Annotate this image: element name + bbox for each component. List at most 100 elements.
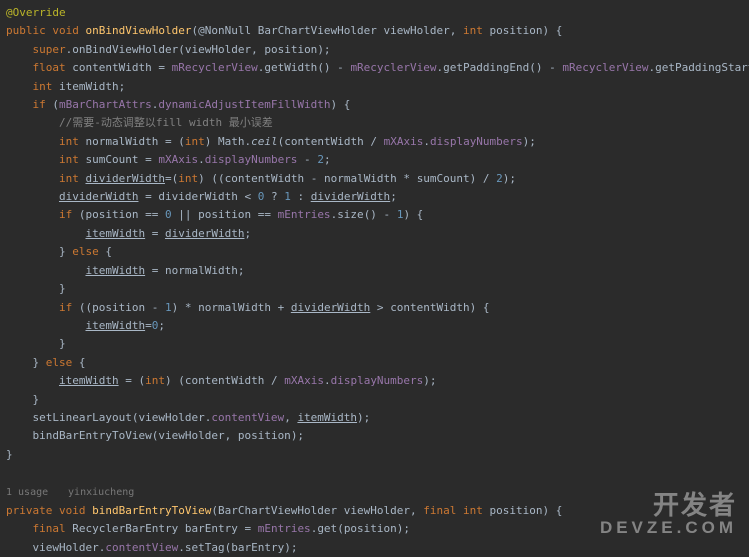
use-contentwidth2: contentWidth [225, 172, 304, 185]
assign-itemwidth1: itemWidth [85, 227, 145, 240]
param-position2: position [490, 504, 543, 517]
use-normalwidth1: normalWidth [324, 172, 397, 185]
use-position2: position [198, 208, 251, 221]
kw-int4: int [59, 153, 79, 166]
kw-int6: int [463, 504, 483, 517]
annotation-override: @Override [6, 6, 66, 19]
arg-itemwidth: itemWidth [297, 411, 357, 424]
var-barentry: barEntry [185, 522, 238, 535]
call-onbind: onBindViewHolder [72, 43, 178, 56]
param-position: position [490, 24, 543, 37]
method-onbind: onBindViewHolder [86, 24, 192, 37]
use-viewholder4: viewHolder [33, 541, 99, 554]
kw-else2: else [46, 356, 73, 369]
param-viewholder2: viewHolder [344, 504, 410, 517]
use-position1: position [85, 208, 138, 221]
cls-holder: BarChartViewHolder [258, 24, 377, 37]
use-contentwidth1: contentWidth [284, 135, 363, 148]
cls-recyclerbarentry: RecyclerBarEntry [72, 522, 178, 535]
use-dividerwidth4: dividerWidth [291, 301, 370, 314]
param-viewholder: viewHolder [384, 24, 450, 37]
var-contentwidth: contentWidth [72, 61, 151, 74]
use-contentwidth4: contentWidth [185, 374, 264, 387]
cls-math: Math [218, 135, 245, 148]
kw-if2: if [59, 208, 72, 221]
code-block: @Override public void onBindViewHolder(@… [0, 0, 749, 557]
assign-dividerwidth: dividerWidth [59, 190, 138, 203]
kw-if3: if [59, 301, 72, 314]
var-normalwidth: normalWidth [85, 135, 158, 148]
arg-barentry: barEntry [231, 541, 284, 554]
kw-void: void [52, 24, 79, 37]
field-recycler3: mRecyclerView [562, 61, 648, 74]
use-normalwidth3: normalWidth [198, 301, 271, 314]
field-dynamic: dynamicAdjustItemFillWidth [158, 98, 330, 111]
use-contentwidth3: contentWidth [390, 301, 469, 314]
call-get: get [317, 522, 337, 535]
num-1b: 1 [397, 208, 404, 221]
kw-float: float [33, 61, 66, 74]
call-ceil: ceil [251, 135, 278, 148]
field-entries2: mEntries [258, 522, 311, 535]
var-itemwidth: itemWidth [59, 80, 119, 93]
call-getpaddingend: getPaddingEnd [443, 61, 529, 74]
cast-int3: int [145, 374, 165, 387]
cast-int1: int [185, 135, 205, 148]
kw-int3: int [59, 135, 79, 148]
kw-private: private [6, 504, 52, 517]
arg-viewholder: viewHolder [185, 43, 251, 56]
call-getwidth: getWidth [264, 61, 317, 74]
field-recycler1: mRecyclerView [172, 61, 258, 74]
kw-else1: else [72, 245, 99, 258]
arg-viewholder2: viewHolder [138, 411, 204, 424]
field-xaxis1: mXAxis [384, 135, 424, 148]
use-normalwidth2: normalWidth [165, 264, 238, 277]
arg-position: position [264, 43, 317, 56]
kw-super: super [33, 43, 66, 56]
num-2b: 2 [496, 172, 503, 185]
arg-viewholder3: viewHolder [158, 429, 224, 442]
field-entries1: mEntries [278, 208, 331, 221]
field-displaynum3: displayNumbers [331, 374, 424, 387]
num-0a: 0 [258, 190, 265, 203]
kw-int5: int [59, 172, 79, 185]
call-setlinearlayout: setLinearLayout [33, 411, 132, 424]
use-position3: position [92, 301, 145, 314]
num-2a: 2 [317, 153, 324, 166]
use-dividerwidth1: dividerWidth [158, 190, 237, 203]
ann-nonnull: @NonNull [198, 24, 251, 37]
num-0c: 0 [152, 319, 159, 332]
field-recycler2: mRecyclerView [350, 61, 436, 74]
author-hint: yinxiucheng [68, 487, 134, 498]
kw-int: int [463, 24, 483, 37]
cast-int2: int [178, 172, 198, 185]
kw-if1: if [33, 98, 46, 111]
usage-hint: 1 usage [6, 487, 48, 498]
var-dividerwidth: dividerWidth [85, 172, 164, 185]
kw-final: final [423, 504, 456, 517]
field-contentview2: contentView [105, 541, 178, 554]
arg-position3: position [344, 522, 397, 535]
assign-itemwidth2: itemWidth [85, 264, 145, 277]
kw-int2: int [33, 80, 53, 93]
arg-position2: position [238, 429, 291, 442]
assign-itemwidth3: itemWidth [85, 319, 145, 332]
var-sumcount: sumCount [85, 153, 138, 166]
field-xaxis2: mXAxis [158, 153, 198, 166]
field-displaynum1: displayNumbers [430, 135, 523, 148]
call-size: size [337, 208, 364, 221]
field-displaynum2: displayNumbers [205, 153, 298, 166]
num-1a: 1 [284, 190, 291, 203]
kw-public: public [6, 24, 46, 37]
field-contentview1: contentView [211, 411, 284, 424]
num-0b: 0 [165, 208, 172, 221]
call-settag: setTag [185, 541, 225, 554]
assign-itemwidth4: itemWidth [59, 374, 119, 387]
use-dividerwidth3: dividerWidth [165, 227, 244, 240]
kw-final2: final [33, 522, 66, 535]
field-xaxis3: mXAxis [284, 374, 324, 387]
use-dividerwidth2: dividerWidth [311, 190, 390, 203]
call-bindbarentry: bindBarEntryToView [33, 429, 152, 442]
method-bindbarentry: bindBarEntryToView [92, 504, 211, 517]
kw-void2: void [59, 504, 86, 517]
